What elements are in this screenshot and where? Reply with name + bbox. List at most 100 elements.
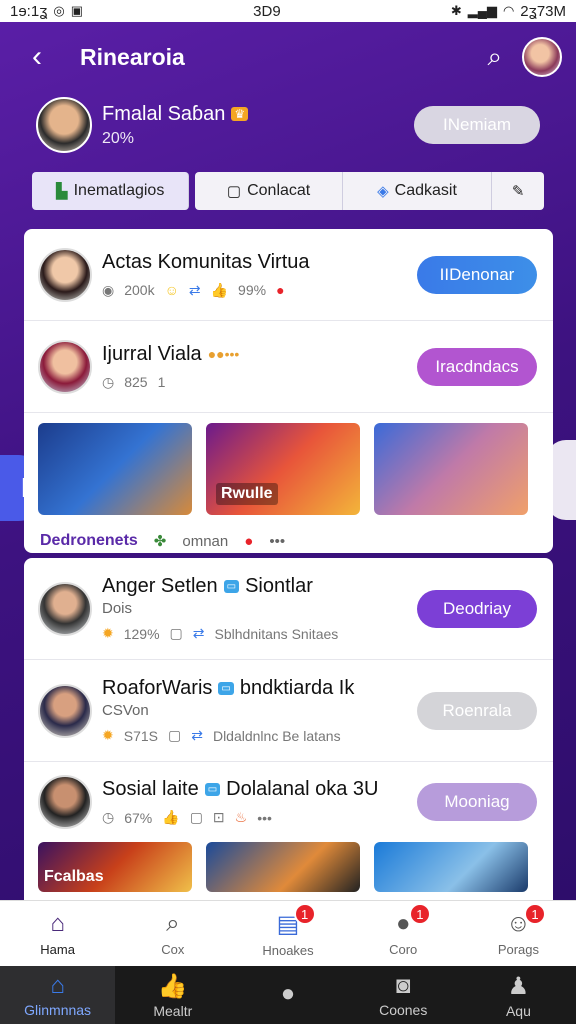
video-thumbnail[interactable] xyxy=(374,423,528,515)
row-action-button[interactable]: Mooniag xyxy=(417,783,537,821)
page-title: Rinearoia xyxy=(80,43,185,70)
row-action-button[interactable]: IIDenonar xyxy=(417,255,537,294)
sys-camera[interactable]: ◙ Coones xyxy=(346,966,461,1024)
row-meta: 825 xyxy=(124,374,148,390)
clock-icon: ◷ xyxy=(102,373,115,390)
row-action-button[interactable]: Roenrala xyxy=(417,691,537,730)
row-action-button[interactable]: Iracdndacs xyxy=(417,347,537,386)
video-thumbnail[interactable] xyxy=(206,842,360,892)
thumb-label: Fcalbas xyxy=(44,868,104,885)
video-thumbnail[interactable] xyxy=(374,842,528,892)
sys-label: Mealtr xyxy=(153,1002,193,1019)
profile-header: Fmalal Saɓan ♛ 20% INemiam xyxy=(0,92,576,158)
app-icon: ▣ xyxy=(70,3,84,18)
tab-3[interactable]: ◈ Cadkasit xyxy=(342,172,493,210)
row-title: RoaforWaris xyxy=(102,677,213,699)
back-icon[interactable]: ‹ xyxy=(14,40,54,74)
more-icon[interactable]: ••• xyxy=(257,810,272,826)
nav-search[interactable]: ⌕ Cox xyxy=(115,901,230,966)
bluetooth-icon: ✱ xyxy=(450,3,462,18)
share-icon: ⇄ xyxy=(192,625,205,641)
profile-action-button[interactable]: INemiam xyxy=(414,106,540,144)
tab-label: Cadkasit xyxy=(394,182,457,199)
nav-label: Hnoakes xyxy=(262,942,314,958)
nav-chat[interactable]: ● Coro 1 xyxy=(346,901,461,966)
crown-icon: ♛ xyxy=(231,107,249,121)
video-thumbnail[interactable] xyxy=(38,423,192,515)
sys-like[interactable]: 👍 Mealtr xyxy=(115,966,230,1024)
notification-badge: 1 xyxy=(408,903,431,925)
tab-2[interactable]: ▢ Conlacat xyxy=(195,172,343,210)
person-icon: ♟ xyxy=(507,972,530,1000)
calendar-icon: ▢ xyxy=(226,183,242,200)
video-thumbnail[interactable]: Rwulle xyxy=(206,423,360,515)
like-icon: 👍 xyxy=(210,281,229,298)
thumbnail-strip: Fcalbas xyxy=(24,842,553,892)
video-thumbnail[interactable]: Fcalbas xyxy=(38,842,192,892)
row-meta: Sblhdnitans Snitaes xyxy=(214,625,339,642)
nav-notes[interactable]: ▤ Hnoakes 1 xyxy=(230,901,345,966)
home-icon: ⌂ xyxy=(50,910,65,937)
list-item[interactable]: Sosial laite ▭ Dolalanal oka 3U ◷ 67% 👍 … xyxy=(24,762,553,842)
sys-label: Aqu xyxy=(505,1002,531,1019)
sys-label: Coones xyxy=(379,1002,428,1018)
avatar[interactable] xyxy=(522,37,562,77)
dot-icon: ● xyxy=(244,532,254,550)
footer-text: omnan xyxy=(182,532,229,550)
profile-avatar[interactable] xyxy=(36,97,92,153)
wifi-icon: ◠ xyxy=(502,3,515,18)
avatar xyxy=(38,247,92,302)
list-item[interactable]: Anger Setlen ▭ Siontlar Dois ✹ 129% ▢ ⇄ … xyxy=(24,558,553,660)
avatar xyxy=(38,581,92,636)
thumb-label: Rwulle xyxy=(216,483,278,505)
row-title: Sosial laite xyxy=(102,778,199,800)
row-meta: 1 xyxy=(157,374,166,390)
notification-badge: 1 xyxy=(293,903,316,925)
row-title: Ijurral Viala xyxy=(102,342,202,365)
share-icon: ⇄ xyxy=(191,727,203,743)
more-icon[interactable]: ••• xyxy=(269,533,285,550)
profile-sub: 20% xyxy=(102,129,135,147)
sys-home[interactable]: ⌂ Glinmnnas xyxy=(0,966,116,1024)
fire-icon: ♨ xyxy=(234,809,248,825)
list-item[interactable]: Actas Komunitas Virtua ◉ 200k ☺ ⇄ 👍 99% … xyxy=(24,229,553,321)
nav-home[interactable]: ⌂ Hama xyxy=(0,901,115,966)
row-meta: 129% xyxy=(123,625,160,642)
tab-4[interactable]: ✎ xyxy=(492,172,544,210)
layers-icon: ◈ xyxy=(377,183,389,200)
feed-card: Anger Setlen ▭ Siontlar Dois ✹ 129% ▢ ⇄ … xyxy=(24,558,553,900)
like-icon: 👍 xyxy=(157,972,188,1000)
status-bar: 1ɘ:1ʓ ◎ ▣ 3D9 ✱ ▂▄▆ ◠ 2ʓ73M xyxy=(0,0,576,22)
bookmark-icon: ▢ xyxy=(189,809,203,825)
like-icon: 👍 xyxy=(162,809,180,825)
row-title-b: Dolalanal oka 3U xyxy=(226,778,379,800)
sys-person[interactable]: ♟ Aqu xyxy=(461,966,576,1024)
search-icon[interactable]: ⌕ xyxy=(487,41,502,73)
status-center: 3D9 xyxy=(253,2,281,20)
sys-circle[interactable]: ● xyxy=(230,966,345,1024)
sun-icon: ✹ xyxy=(102,625,114,641)
sun-icon: ✹ xyxy=(102,727,114,743)
sys-label: Glinmnnas xyxy=(24,1002,92,1018)
footer-title[interactable]: Dedronenets xyxy=(40,532,138,550)
tab-label: Inematlagios xyxy=(73,182,165,199)
circle-icon: ◎ xyxy=(53,3,65,18)
tab-1[interactable]: ▙ Inematlagios xyxy=(32,172,190,210)
system-nav: ⌂ Glinmnnas 👍 Mealtr ● ◙ Coones ♟ Aqu xyxy=(0,966,576,1024)
status-time: 1ɘ:1ʓ xyxy=(10,2,48,20)
row-title-b: Siontlar xyxy=(245,575,313,597)
row-action-button[interactable]: Deodriay xyxy=(417,589,537,628)
avatar xyxy=(38,339,92,394)
list-item[interactable]: Ijurral Viala ●●••• ◷ 825 1 Iracdndacs xyxy=(24,321,553,413)
row-meta: 99% xyxy=(238,282,267,298)
nav-profile[interactable]: ☺ Porags 1 xyxy=(461,901,576,966)
camera-icon: ⊡ xyxy=(212,809,225,825)
tab-bar: ▙ Inematlagios ▢ Conlacat ◈ Cadkasit ✎ xyxy=(32,172,544,210)
camera-icon: ◙ xyxy=(395,972,411,999)
row-meta: 67% xyxy=(124,809,153,826)
b-icon: ▙ xyxy=(56,183,68,200)
row-meta: Dldaldnlnc Be latans xyxy=(212,727,341,744)
search-icon: ⌕ xyxy=(166,910,180,937)
list-item[interactable]: RoaforWaris ▭ bndktiarda Ik CSVon ✹ S71S… xyxy=(24,660,553,762)
row-meta: S71S xyxy=(123,727,158,744)
